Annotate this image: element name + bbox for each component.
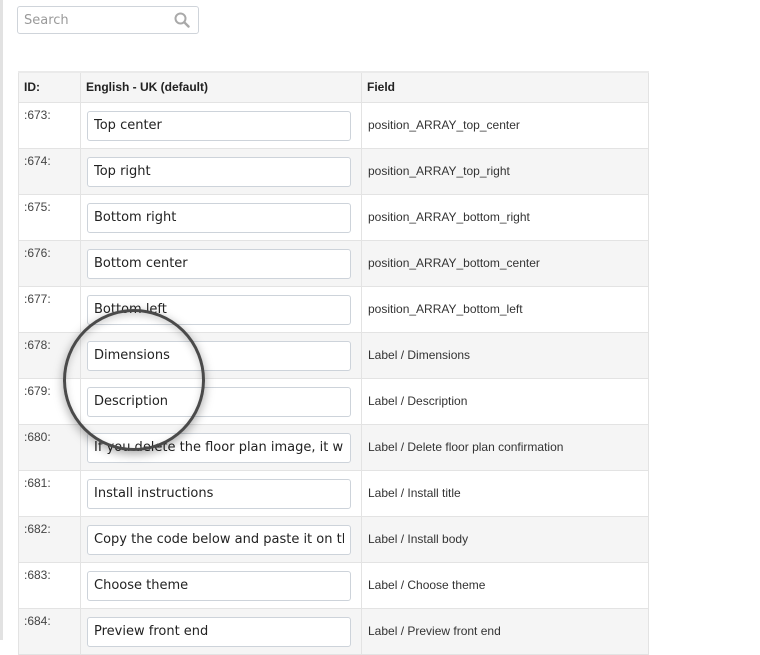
row-field-name: Label / Install title <box>368 485 461 500</box>
translation-input[interactable] <box>87 616 351 647</box>
left-panel-edge <box>0 0 3 640</box>
row-value-cell <box>80 607 362 655</box>
table-row: :682: Label / Install body <box>18 515 649 563</box>
row-field-cell: Label / Description <box>361 377 649 425</box>
row-value-cell <box>80 239 362 287</box>
translation-input[interactable] <box>87 524 351 555</box>
row-id: :675: <box>18 193 81 241</box>
row-field-name: Label / Install body <box>368 531 469 546</box>
row-value-cell <box>80 147 362 195</box>
row-id: :684: <box>18 607 81 655</box>
row-field-cell: position_ARRAY_top_right <box>361 147 649 195</box>
table-row: :677: position_ARRAY_bottom_left <box>18 285 649 333</box>
row-field-cell: Label / Install title <box>361 469 649 517</box>
row-field-name: Label / Delete floor plan confirmation <box>368 439 564 454</box>
row-value-cell <box>80 423 362 471</box>
row-field-name: position_ARRAY_top_center <box>368 117 520 132</box>
search-box[interactable] <box>17 6 199 34</box>
table-row: :673: position_ARRAY_top_center <box>18 101 649 149</box>
row-id: :674: <box>18 147 81 195</box>
table-row: :678: Label / Dimensions <box>18 331 649 379</box>
row-field-name: Label / Description <box>368 393 468 408</box>
translation-input[interactable] <box>87 294 351 325</box>
row-field-cell: position_ARRAY_bottom_left <box>361 285 649 333</box>
row-id: :679: <box>18 377 81 425</box>
table-body: :673: position_ARRAY_top_center :674: posit… <box>18 101 649 655</box>
row-field-name: Label / Choose theme <box>368 577 486 592</box>
table-row: :676: position_ARRAY_bottom_center <box>18 239 649 287</box>
row-field-name: position_ARRAY_top_right <box>368 163 510 178</box>
translation-input[interactable] <box>87 478 351 509</box>
translation-input[interactable] <box>87 248 351 279</box>
header-language: English - UK (default) <box>80 71 362 103</box>
row-id: :676: <box>18 239 81 287</box>
row-id: :678: <box>18 331 81 379</box>
row-field-cell: Label / Preview front end <box>361 607 649 655</box>
table-row: :674: position_ARRAY_top_right <box>18 147 649 195</box>
translation-input[interactable] <box>87 340 351 371</box>
row-field-name: position_ARRAY_bottom_right <box>368 209 530 224</box>
table-row: :680: Label / Delete floor plan confirmat… <box>18 423 649 471</box>
row-value-cell <box>80 515 362 563</box>
row-value-cell <box>80 377 362 425</box>
row-field-cell: Label / Dimensions <box>361 331 649 379</box>
table-row: :683: Label / Choose theme <box>18 561 649 609</box>
row-value-cell <box>80 469 362 517</box>
row-id: :682: <box>18 515 81 563</box>
translation-input[interactable] <box>87 386 351 417</box>
row-id: :677: <box>18 285 81 333</box>
translation-input[interactable] <box>87 110 351 141</box>
row-field-name: Label / Dimensions <box>368 347 471 362</box>
translation-input[interactable] <box>87 570 351 601</box>
translation-input[interactable] <box>87 432 351 463</box>
table-row: :681: Label / Install title <box>18 469 649 517</box>
row-field-cell: Label / Choose theme <box>361 561 649 609</box>
row-id: :683: <box>18 561 81 609</box>
table-header-row: ID: English - UK (default) Field <box>18 71 649 103</box>
row-id: :673: <box>18 101 81 149</box>
table-row: :684: Label / Preview front end <box>18 607 649 655</box>
row-field-name: position_ARRAY_bottom_center <box>368 255 540 270</box>
row-field-cell: Label / Delete floor plan confirmation <box>361 423 649 471</box>
table-row: :675: position_ARRAY_bottom_right <box>18 193 649 241</box>
row-field-name: position_ARRAY_bottom_left <box>368 301 523 316</box>
row-field-cell: position_ARRAY_bottom_right <box>361 193 649 241</box>
search-icon[interactable] <box>174 12 190 28</box>
row-value-cell <box>80 561 362 609</box>
row-field-cell: position_ARRAY_bottom_center <box>361 239 649 287</box>
translation-input[interactable] <box>87 202 351 233</box>
row-value-cell <box>80 331 362 379</box>
row-field-cell: Label / Install body <box>361 515 649 563</box>
row-field-cell: position_ARRAY_top_center <box>361 101 649 149</box>
row-field-name: Label / Preview front end <box>368 623 501 638</box>
row-value-cell <box>80 193 362 241</box>
row-id: :680: <box>18 423 81 471</box>
header-id: ID: <box>18 71 81 103</box>
row-value-cell <box>80 101 362 149</box>
search-input[interactable] <box>18 7 174 33</box>
header-field: Field <box>361 71 649 103</box>
row-id: :681: <box>18 469 81 517</box>
translation-input[interactable] <box>87 156 351 187</box>
row-value-cell <box>80 285 362 333</box>
translations-table: ID: English - UK (default) Field :673: po… <box>18 71 649 655</box>
table-row: :679: Label / Description <box>18 377 649 425</box>
